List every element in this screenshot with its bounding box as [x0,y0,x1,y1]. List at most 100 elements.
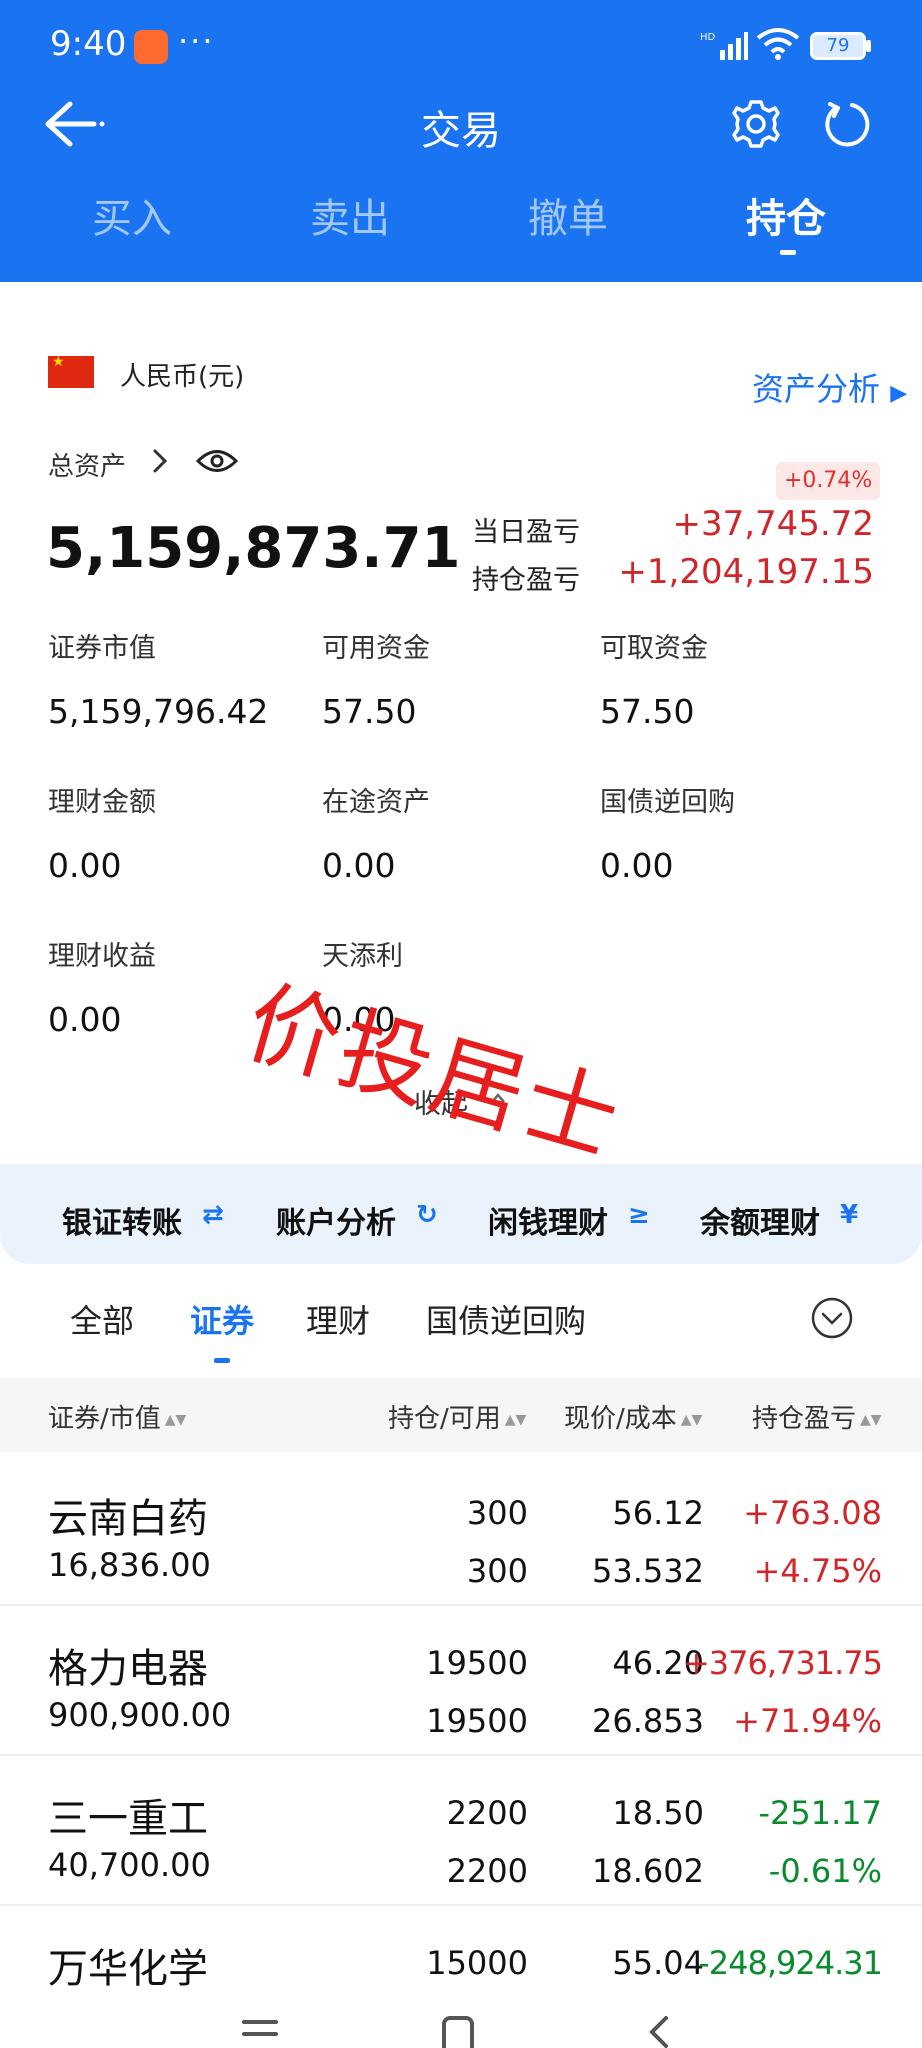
sort-icon: ▲▼ [164,1411,187,1428]
yen-icon[interactable]: ¥ [840,1200,858,1230]
stock-available: 300 [466,1552,528,1590]
menu-icon[interactable] [240,2014,280,2048]
watermark: 价投居士 [234,968,634,1177]
holding-pl-value: +1,204,197.15 [618,552,874,592]
asset-analysis-link[interactable]: 资产分析 ▶ [752,364,907,410]
battery-icon: 79 [810,32,866,60]
stock-pl: +763.08 [743,1494,882,1532]
balance-wealth-button[interactable]: 余额理财 [700,1198,820,1242]
wifi-icon [756,28,800,60]
stock-pl-percent: -0.61% [768,1852,882,1890]
currency-label: 人民币(元) [120,362,245,392]
holding-row[interactable]: 云南白药 16,836.00 300 300 56.12 53.532 +763… [0,1456,922,1606]
withdrawable-funds-label: 可取资金 [600,633,708,664]
available-funds-value: 57.50 [322,692,417,731]
withdrawable-funds-value: 57.50 [600,692,695,731]
stock-market-value: 16,836.00 [48,1546,211,1584]
status-bar: 9:40 ··· HD 79 [0,0,922,92]
col-holding-pl[interactable]: 持仓盈亏 ▲▼ [752,1398,882,1435]
chevron-right-icon[interactable] [150,446,170,476]
page-title: 交易 [421,108,501,154]
stock-name: 云南白药 [48,1496,208,1542]
stock-pl-percent: +71.94% [733,1702,882,1740]
stock-cost: 26.853 [592,1702,704,1740]
stock-market-value: 40,700.00 [48,1846,211,1884]
stock-holding: 2200 [446,1794,528,1832]
col-holding-label: 持仓/可用 [388,1404,501,1434]
daily-pl-value: +37,745.72 [672,504,874,544]
sort-icon: ▲▼ [860,1411,882,1428]
sort-icon: ▲▼ [504,1411,527,1428]
active-tab-indicator [780,250,796,255]
header: 9:40 ··· HD 79 交易 买入 卖出 撤单 持仓 [0,0,922,282]
account-analysis-button[interactable]: 账户分析 [276,1198,396,1242]
transfer-arrows-icon[interactable]: ⇄ [202,1200,224,1230]
asset-analysis-label: 资产分析 [752,370,881,408]
play-triangle-icon: ▶ [890,381,908,406]
stock-market-value: 900,900.00 [48,1696,232,1734]
holding-row[interactable]: 三一重工 40,700.00 2200 2200 18.50 18.602 -2… [0,1756,922,1906]
trade-tabs: 买入 卖出 撤单 持仓 [0,186,922,266]
refresh-small-icon[interactable]: ↻ [416,1200,438,1230]
securities-market-value: 5,159,796.42 [48,692,269,731]
stock-name: 三一重工 [48,1796,208,1842]
stock-name: 万华化学 [48,1946,208,1992]
refresh-icon[interactable] [822,98,874,150]
stock-price: 18.50 [612,1794,704,1832]
col-security-market-value[interactable]: 证券/市值 ▲▼ [48,1398,186,1435]
quick-actions-bar: 银证转账 ⇄ 账户分析 ↻ 闲钱理财 ≥ 余额理财 ¥ [0,1164,922,1264]
tab-buy[interactable]: 买入 [92,186,172,244]
col-price-cost[interactable]: 现价/成本 ▲▼ [564,1398,702,1435]
holding-pl-label: 持仓盈亏 [472,565,580,596]
securities-market-value-label: 证券市值 [48,633,156,664]
reverse-repo-label: 国债逆回购 [600,787,735,818]
wealth-icon[interactable]: ≥ [628,1200,650,1230]
china-flag-icon [48,354,94,388]
filter-tab-reverse-repo[interactable]: 国债逆回购 [426,1296,586,1342]
svg-text:HD: HD [700,32,716,43]
stock-pl: -248,924.31 [698,1944,883,1982]
stock-price: 55.04 [612,1944,704,1982]
signal-icon: HD [700,32,748,60]
expand-dropdown-icon[interactable] [810,1296,854,1340]
filter-tab-securities[interactable]: 证券 [190,1296,254,1342]
total-assets-value: 5,159,873.71 [46,516,461,581]
settings-gear-icon[interactable] [730,98,782,150]
daily-change-badge: +0.74% [776,462,881,500]
in-transit-assets-value: 0.00 [322,846,396,885]
status-time: 9:40 [50,24,127,64]
bank-transfer-button[interactable]: 银证转账 [62,1198,182,1242]
stock-cost: 18.602 [592,1852,704,1890]
holding-row[interactable]: 万华化学 15000 55.04 -248,924.31 [0,1906,922,2006]
available-funds-label: 可用资金 [322,633,430,664]
total-assets-label[interactable]: 总资产 [48,446,126,483]
reverse-repo-value: 0.00 [600,846,674,885]
home-square-icon[interactable] [440,2014,476,2048]
tab-positions[interactable]: 持仓 [746,186,826,244]
eye-icon[interactable] [196,448,238,474]
stock-name: 格力电器 [48,1646,208,1692]
tab-sell[interactable]: 卖出 [310,186,390,244]
battery-tip [866,40,871,52]
stock-pl: +376,731.75 [682,1644,883,1682]
col-security-label: 证券/市值 [48,1404,161,1434]
tab-cancel-order[interactable]: 撤单 [528,186,608,244]
wealth-income-label: 理财收益 [48,941,156,972]
wealth-amount-value: 0.00 [48,846,122,885]
stock-available: 19500 [426,1702,528,1740]
holding-row[interactable]: 格力电器 900,900.00 19500 19500 46.20 26.853… [0,1606,922,1756]
daily-pl-label: 当日盈亏 [472,517,580,548]
idle-cash-wealth-button[interactable]: 闲钱理财 [488,1198,608,1242]
wealth-income-value: 0.00 [48,1000,122,1039]
holdings-table-header: 证券/市值 ▲▼ 持仓/可用 ▲▼ 现价/成本 ▲▼ 持仓盈亏 ▲▼ [0,1378,922,1452]
col-price-label: 现价/成本 [564,1404,677,1434]
stock-pl-percent: +4.75% [753,1552,882,1590]
more-notifications-icon: ··· [178,22,215,60]
filter-tab-all[interactable]: 全部 [70,1296,134,1342]
stock-available: 2200 [446,1852,528,1890]
app-notification-icon [134,30,168,64]
col-holding-available[interactable]: 持仓/可用 ▲▼ [388,1398,526,1435]
stock-holding: 19500 [426,1644,528,1682]
back-chevron-icon[interactable] [640,2014,676,2048]
filter-tab-wealth[interactable]: 理财 [306,1296,370,1342]
